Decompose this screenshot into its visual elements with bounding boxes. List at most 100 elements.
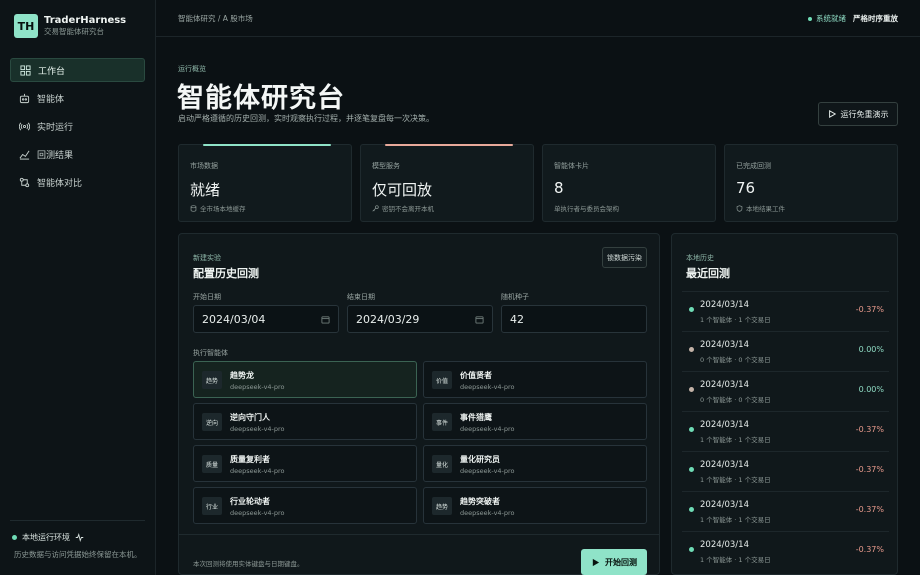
sidebar-item-workbench[interactable]: 工作台: [10, 58, 145, 82]
history-row[interactable]: 2024/03/14 1 个智能体 · 1 个交易日 -0.37%: [682, 411, 889, 451]
topbar: 智能体研究 / A 股市场 系统就绪 严格时序重放: [156, 0, 920, 37]
agent-badge: 趋势: [202, 371, 222, 389]
history-row[interactable]: 2024/03/14 1 个智能体 · 1 个交易日 -0.37%: [682, 451, 889, 491]
history-date: 2024/03/14: [700, 340, 749, 350]
agent-badge: 质量: [202, 455, 222, 473]
stat-label: 市场数据: [190, 162, 218, 170]
run-demo-button[interactable]: 运行免重演示: [818, 102, 898, 126]
lock-data-button[interactable]: 锁数据污染: [602, 247, 647, 268]
agent-badge: 量化: [432, 455, 452, 473]
stat-card-model-service: 模型服务 仅可回放 密钥不会离开本机: [360, 144, 534, 222]
status-dot: [808, 16, 812, 21]
history-return: -0.37%: [855, 545, 884, 554]
agent-badge: 逆向: [202, 413, 222, 431]
agent-card[interactable]: 趋势 趋势龙 deepseek-v4-pro: [193, 361, 417, 398]
agent-card[interactable]: 逆向 逆向守门人 deepseek-v4-pro: [193, 403, 417, 440]
stat-value: 仅可回放: [372, 181, 433, 199]
agent-card[interactable]: 行业 行业轮动者 deepseek-v4-pro: [193, 487, 417, 524]
sidebar-item-agents[interactable]: 智能体: [10, 86, 145, 110]
agent-card[interactable]: 质量 质量复利者 deepseek-v4-pro: [193, 445, 417, 482]
history-row[interactable]: 2024/03/14 0 个智能体 · 0 个交易日 0.00%: [682, 331, 889, 371]
stat-note: 全市场本地缓存: [190, 203, 246, 213]
end-date-field[interactable]: 2024/03/29: [347, 305, 493, 333]
play-icon: [592, 558, 600, 566]
brand-subtitle: 交易智能体研究台: [44, 27, 104, 36]
start-date-field[interactable]: 2024/03/04: [193, 305, 339, 333]
history-row[interactable]: 2024/03/14 1 个智能体 · 1 个交易日 -0.37%: [682, 491, 889, 531]
brand-logo: TH: [14, 14, 38, 38]
stat-card-agent-cards: 智能体卡片 8 单执行者与委员会架构: [542, 144, 716, 222]
stat-note-text: 密钥不会离开本机: [382, 205, 434, 213]
agent-name: 量化研究员: [460, 455, 500, 464]
history-return: -0.37%: [855, 425, 884, 434]
brand[interactable]: TH TraderHarness 交易智能体研究台: [14, 14, 126, 38]
history-row[interactable]: 2024/03/14 1 个智能体 · 1 个交易日 -0.37%: [682, 531, 889, 571]
seed-label: 随机种子: [501, 293, 529, 301]
history-row[interactable]: 2024/03/14 0 个智能体 · 0 个交易日 0.00%: [682, 371, 889, 411]
start-date-label: 开始日期: [193, 293, 221, 301]
agent-badge: 行业: [202, 497, 222, 515]
calendar-icon[interactable]: [475, 315, 484, 324]
status-dot: [689, 347, 694, 352]
sidebar-item-label: 智能体对比: [37, 178, 83, 189]
agent-name: 趋势突破者: [460, 497, 500, 506]
sidebar-item-label: 智能体: [37, 94, 65, 105]
agents-label: 执行智能体: [193, 349, 228, 357]
activity-icon: [75, 533, 84, 542]
agent-name: 逆向守门人: [230, 413, 270, 422]
key-icon: [372, 204, 379, 212]
sidebar-item-label: 回测结果: [37, 150, 74, 161]
calendar-icon[interactable]: [321, 315, 330, 324]
history-date: 2024/03/14: [700, 500, 749, 510]
agent-name: 趋势龙: [230, 371, 254, 380]
env-label: 本地运行环境: [22, 533, 70, 542]
run-demo-label: 运行免重演示: [840, 109, 889, 119]
sidebar-item-results[interactable]: 回测结果: [10, 142, 145, 166]
agent-model: deepseek-v4-pro: [460, 383, 515, 391]
sidebar-item-compare[interactable]: 智能体对比: [10, 170, 145, 194]
agent-card[interactable]: 量化 量化研究员 deepseek-v4-pro: [423, 445, 647, 482]
status-dot: [689, 307, 694, 312]
stat-label: 已完成回测: [736, 162, 771, 170]
config-footer-note: 本次回测将使用实体键盘与日期键盘。: [193, 560, 304, 568]
panel-eyebrow: 新建实验: [193, 254, 221, 262]
history-date: 2024/03/14: [700, 300, 749, 310]
stat-value: 就绪: [190, 181, 221, 199]
agent-name: 质量复利者: [230, 455, 270, 464]
history-meta: 1 个智能体 · 1 个交易日: [700, 516, 771, 524]
panel-eyebrow: 本地历史: [686, 254, 714, 262]
agent-name: 行业轮动者: [230, 497, 270, 506]
panel-title: 配置历史回测: [193, 267, 259, 280]
sidebar-nav: 工作台 智能体 实时运行 回测结果 智能体对比: [10, 58, 145, 198]
sidebar-item-live[interactable]: 实时运行: [10, 114, 145, 138]
agent-card[interactable]: 趋势 趋势突破者 deepseek-v4-pro: [423, 487, 647, 524]
start-backtest-button[interactable]: 开始回测: [581, 549, 647, 575]
system-status-label: 系统就绪: [816, 14, 846, 23]
brand-name: TraderHarness: [44, 15, 127, 26]
sidebar-item-label: 实时运行: [37, 122, 74, 133]
agent-name: 价值贤者: [460, 371, 492, 380]
stat-value: 76: [736, 179, 756, 197]
overview-eyebrow: 运行概览: [178, 65, 206, 73]
agent-card[interactable]: 价值 价值贤者 deepseek-v4-pro: [423, 361, 647, 398]
agent-card[interactable]: 事件 事件猎鹰 deepseek-v4-pro: [423, 403, 647, 440]
recent-backtests-panel: 本地历史 最近回测 2024/03/14 1 个智能体 · 1 个交易日 -0.…: [671, 233, 898, 575]
history-date: 2024/03/14: [700, 420, 749, 430]
agent-model: deepseek-v4-pro: [230, 509, 285, 517]
panel-divider: [179, 534, 659, 535]
start-backtest-label: 开始回测: [605, 557, 637, 567]
agent-name: 事件猎鹰: [460, 413, 492, 422]
history-return: -0.37%: [855, 305, 884, 314]
shield-icon: [736, 204, 743, 212]
history-row[interactable]: 2024/03/14 1 个智能体 · 1 个交易日 -0.37%: [682, 291, 889, 331]
seed-field[interactable]: 42: [501, 305, 647, 333]
status-dot: [12, 535, 17, 540]
brand-text: TraderHarness 交易智能体研究台: [44, 15, 126, 37]
app-root: TH TraderHarness 交易智能体研究台 工作台 智能体 实时运行 回…: [0, 0, 920, 575]
agent-model: deepseek-v4-pro: [460, 467, 515, 475]
stat-note-text: 全市场本地缓存: [200, 205, 246, 213]
agent-model: deepseek-v4-pro: [460, 425, 515, 433]
breadcrumb: 智能体研究 / A 股市场: [178, 14, 253, 23]
stat-accent-bar: [203, 144, 331, 146]
history-return: -0.37%: [855, 465, 884, 474]
